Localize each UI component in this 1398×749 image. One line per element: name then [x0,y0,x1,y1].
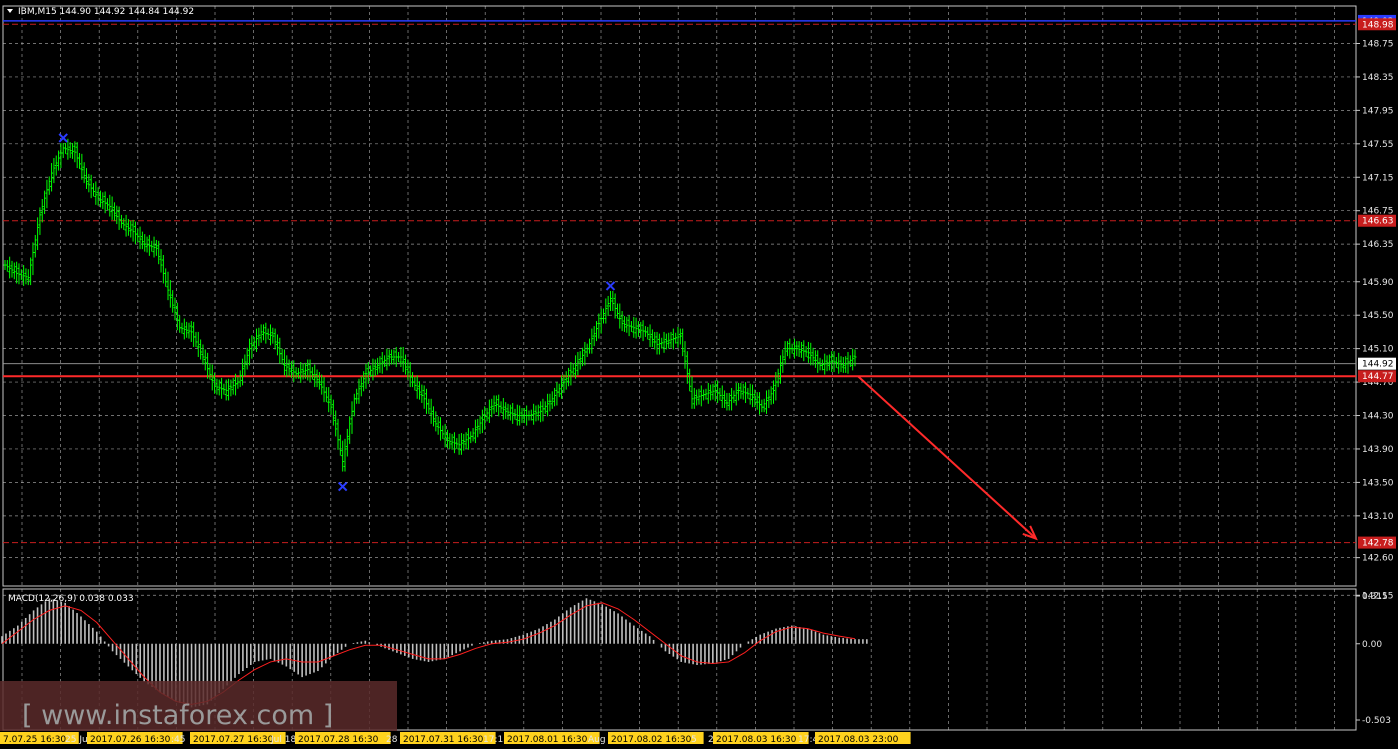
watermark: [ www.instaforex.com ] [0,681,397,731]
time-label: :45 [171,735,185,745]
price-badge-label: 148.98 [1362,20,1394,30]
price-tick-label: 148.75 [1362,40,1394,50]
time-label: 2017.08.03 16:30 [716,735,797,745]
price-tick-label: 143.50 [1362,478,1394,488]
price-tick-label: 148.35 [1362,73,1394,83]
price-tick-label: 145.50 [1362,311,1394,321]
chart-stage: 148.75148.35147.95147.55147.15146.75146.… [0,0,1398,749]
macd-tick-label: 0.00 [1362,640,1382,650]
price-badge-label: 144.92 [1362,360,1394,370]
time-label: 2017.07.31 16:30 [403,735,484,745]
price-tick-label: 145.90 [1362,278,1394,288]
price-badge-label: 146.63 [1362,217,1394,227]
symbol-ohlc-label: IBM,M15 144.90 144.92 144.84 144.92 [18,7,194,17]
time-label: 2017.08.02 16:30 [611,735,692,745]
watermark-text: [ www.instaforex.com ] [22,700,333,731]
time-label: 2017.07.28 16:30 [298,735,379,745]
macd-tick-label: 0.315 [1362,592,1388,602]
time-label: 2017.07.26 16:30 [90,735,171,745]
chart-header: IBM,M15 144.90 144.92 144.84 144.92 [7,7,194,17]
macd-label: MACD(12,26,9) 0.038 0.033 [8,594,134,604]
time-label: 5 [691,735,697,745]
time-label: 28 [386,735,398,745]
time-label: 7.07.25 16:30 [3,735,66,745]
price-tick-label: 145.10 [1362,345,1394,355]
time-label: 2 [708,735,714,745]
price-tick-label: 143.90 [1362,445,1394,455]
price-tick-label: 147.55 [1362,140,1394,150]
time-axis: 7.07.25 16:3025 Ju 2017.07.26 16:30:45 201… [0,732,911,745]
price-badge-label: 142.78 [1362,539,1394,549]
time-label: Aug [588,735,606,745]
price-tick-label: 147.95 [1362,106,1394,116]
price-tick-label: 146.35 [1362,240,1394,250]
price-tick-label: 147.15 [1362,173,1394,183]
price-badge-label: 144.77 [1362,372,1394,382]
price-tick-label: 143.10 [1362,512,1394,522]
price-tick-label: 142.60 [1362,554,1394,564]
time-label: 2017.08.01 16:30 [507,735,588,745]
price-tick-label: 144.30 [1362,412,1394,422]
time-label: 25 Ju [65,735,88,745]
time-label: Jul 18 [270,735,296,745]
time-label: 2017.08.03 23:00 [818,735,899,745]
macd-tick-label: -0.503 [1362,716,1391,726]
time-label: 2017.07.27 16:30 [193,735,274,745]
